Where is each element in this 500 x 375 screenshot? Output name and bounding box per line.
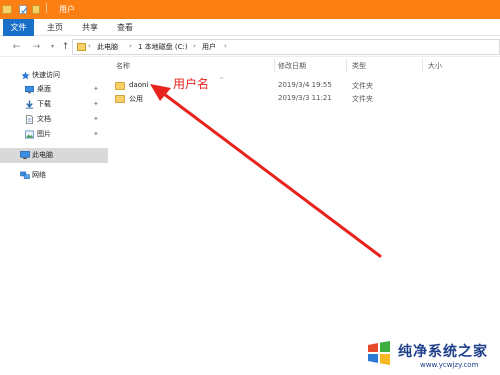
windows-logo-icon	[366, 340, 392, 366]
watermark-url: www.ycwjzy.com	[420, 361, 479, 369]
annotation-arrow	[150, 84, 382, 258]
annotation-label: 用户名	[173, 77, 210, 91]
watermark: 纯净系统之家 www.ycwjzy.com	[362, 337, 500, 375]
watermark-title: 纯净系统之家	[398, 344, 488, 360]
